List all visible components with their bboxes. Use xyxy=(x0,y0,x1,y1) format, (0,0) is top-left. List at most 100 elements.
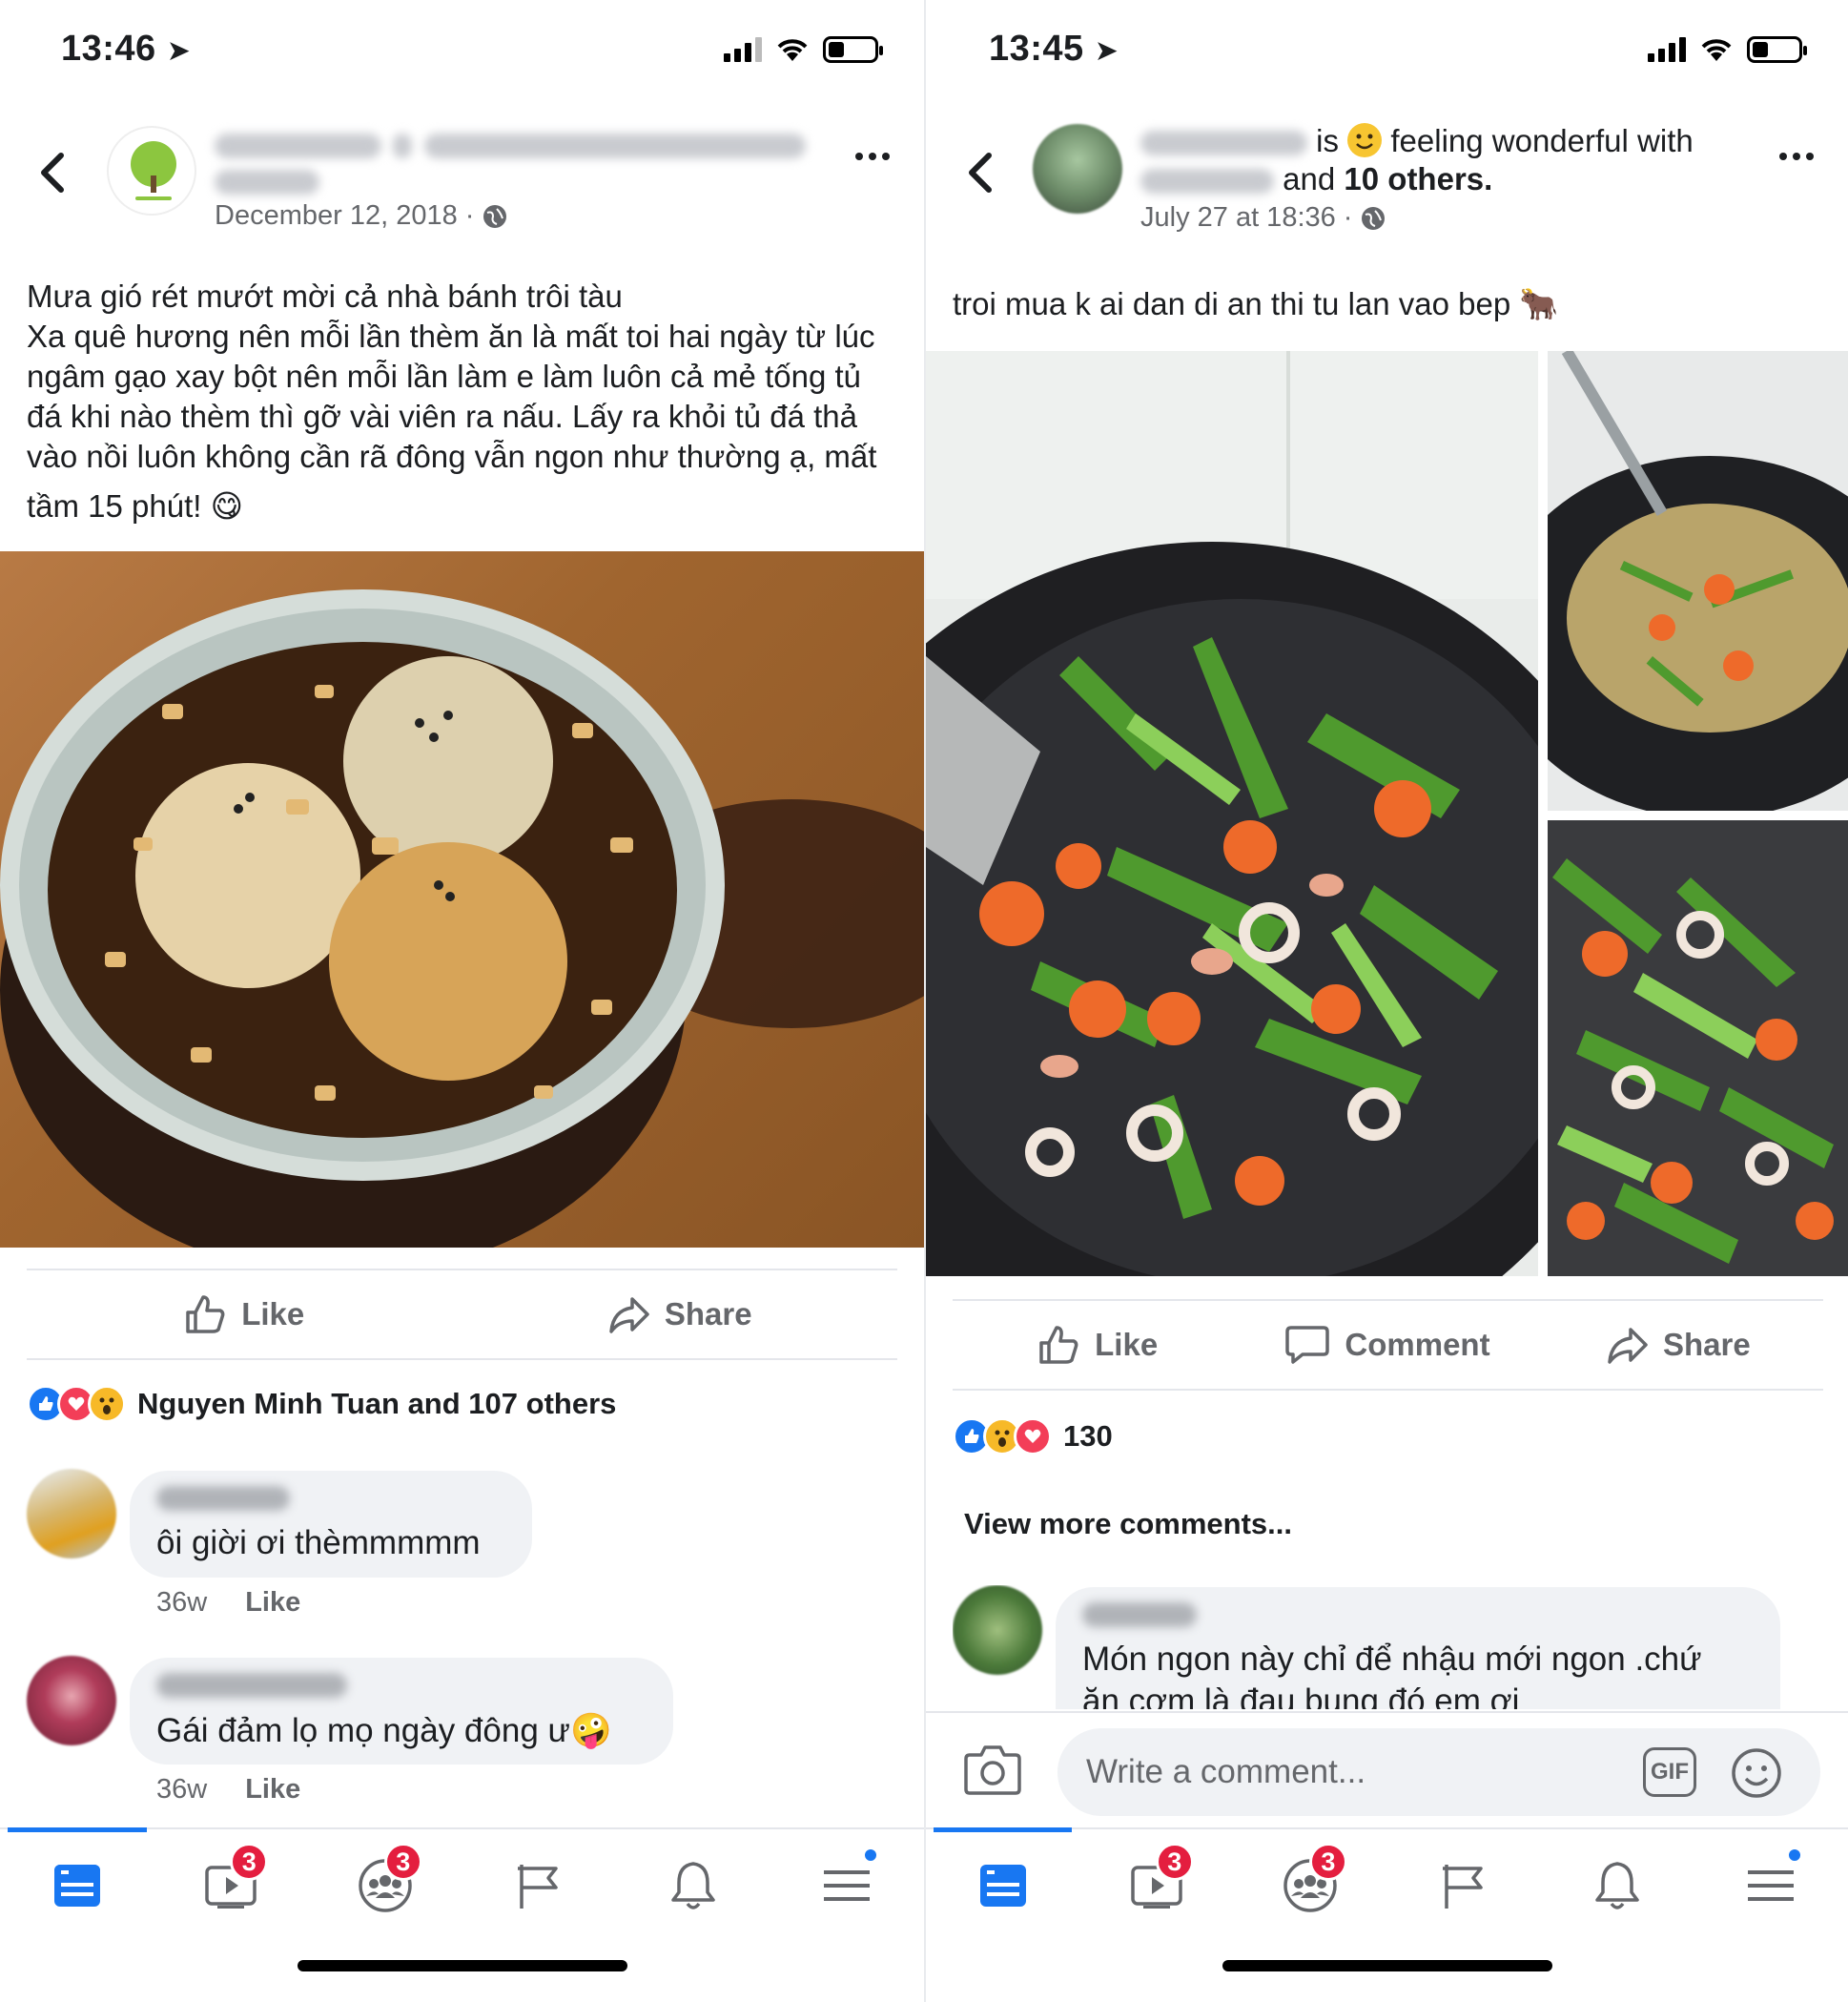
more-icon[interactable] xyxy=(855,153,890,160)
news-feed-icon xyxy=(979,1865,1026,1907)
reactions-summary[interactable]: Nguyen Minh Tuan and 107 others xyxy=(27,1385,616,1423)
comment-icon xyxy=(1285,1326,1330,1364)
avatar[interactable] xyxy=(953,1585,1042,1675)
post-action-bar: Like Comment Share xyxy=(953,1299,1823,1391)
avatar[interactable] xyxy=(27,1656,116,1745)
view-more-comments-link[interactable]: View more comments... xyxy=(964,1507,1292,1541)
comment-like-button[interactable]: Like xyxy=(245,1587,300,1619)
status-bar: 13:46 ➤ xyxy=(0,0,924,95)
like-button[interactable]: Like xyxy=(953,1324,1242,1366)
comment-bubble[interactable]: Gái đảm lọ mọ ngày đông ư🤪 xyxy=(130,1658,673,1765)
watch-badge: 3 xyxy=(230,1843,269,1881)
back-button[interactable] xyxy=(29,139,76,206)
back-button[interactable] xyxy=(956,139,1004,206)
location-arrow-icon: ➤ xyxy=(166,35,192,67)
home-indicator[interactable] xyxy=(297,1960,627,1971)
like-label: Like xyxy=(1095,1327,1159,1362)
tagged-name-blurred[interactable] xyxy=(1140,169,1274,195)
commenter-name-blurred[interactable] xyxy=(156,1486,290,1511)
tab-notifications[interactable] xyxy=(616,1829,770,1942)
comment-1: Món ngon này chỉ để nhậu mới ngon .chứ ă… xyxy=(953,1585,1823,1709)
comment-like-button[interactable]: Like xyxy=(245,1774,300,1806)
bottom-nav: 3 3 xyxy=(926,1827,1848,1942)
share-button[interactable]: Share xyxy=(1533,1326,1823,1364)
share-label: Share xyxy=(1662,1327,1751,1362)
pages-flag-icon xyxy=(1443,1865,1483,1909)
menu-icon xyxy=(824,1870,871,1901)
tab-groups[interactable]: 3 xyxy=(1233,1829,1386,1942)
comment-meta: 36w Like xyxy=(156,1774,300,1806)
status-time: 13:46 ➤ xyxy=(61,29,192,69)
commenter-name-blurred[interactable] xyxy=(156,1673,347,1698)
tab-news-feed[interactable] xyxy=(926,1827,1079,1942)
comment-time: 36w xyxy=(156,1587,208,1618)
comment-label: Comment xyxy=(1345,1327,1490,1362)
post-photo-top-right[interactable] xyxy=(1548,351,1848,811)
author-name-blurred[interactable] xyxy=(1140,131,1307,156)
tab-notifications[interactable] xyxy=(1541,1829,1694,1942)
comment-bubble[interactable]: ôi giời ơi thèmmmmm xyxy=(130,1471,532,1578)
post-date[interactable]: July 27 at 18:36 xyxy=(1140,202,1336,234)
page-avatar[interactable] xyxy=(107,126,196,216)
tab-menu[interactable] xyxy=(770,1829,925,1942)
comment-text: Gái đảm lọ mọ ngày đông ư🤪 xyxy=(156,1712,612,1749)
like-icon xyxy=(1039,1326,1078,1364)
reactions-summary-text: Nguyen Minh Tuan and 107 others xyxy=(137,1387,617,1420)
tab-watch[interactable]: 3 xyxy=(154,1829,309,1942)
menu-icon xyxy=(1748,1870,1795,1901)
news-feed-icon xyxy=(53,1865,100,1907)
tagged-others-link[interactable]: 10 others. xyxy=(1344,161,1492,196)
gif-button[interactable]: GIF xyxy=(1643,1747,1696,1797)
watch-badge: 3 xyxy=(1155,1843,1194,1881)
post-photo-dessert[interactable] xyxy=(0,551,924,1248)
comment-input[interactable]: Write a comment... GIF xyxy=(1057,1728,1820,1816)
avatar[interactable] xyxy=(27,1469,116,1558)
smile-emoji-icon xyxy=(1347,123,1383,157)
feeling-text: feeling wonderful with xyxy=(1390,123,1694,158)
post-text: Mưa gió rét mướt mời cả nhà bánh trôi tà… xyxy=(27,279,877,524)
tab-watch[interactable]: 3 xyxy=(1079,1829,1233,1942)
like-button[interactable]: Like xyxy=(27,1293,462,1335)
post-meta: July 27 at 18:36 · xyxy=(1140,202,1386,234)
tab-groups[interactable]: 3 xyxy=(308,1829,462,1942)
comment-2: Gái đảm lọ mọ ngày đông ư🤪 36w Like xyxy=(27,1656,897,1827)
post-date[interactable]: December 12, 2018 xyxy=(215,200,458,232)
camera-icon[interactable] xyxy=(964,1744,1021,1795)
status-icons xyxy=(1648,36,1807,63)
bell-icon xyxy=(1595,1862,1640,1909)
share-button[interactable]: Share xyxy=(462,1295,898,1333)
groups-badge: 3 xyxy=(383,1843,422,1881)
post-action-bar: Like Share xyxy=(27,1269,897,1360)
home-indicator[interactable] xyxy=(1222,1960,1552,1971)
commenter-name-blurred[interactable] xyxy=(1082,1602,1197,1627)
more-icon[interactable] xyxy=(1779,153,1814,160)
battery-icon xyxy=(1747,36,1807,63)
tab-menu[interactable] xyxy=(1694,1829,1848,1942)
page-name-blurred[interactable] xyxy=(215,134,381,158)
left-phone-screen: 13:46 ➤ December 12, 2018 · Mưa gió rét … xyxy=(0,0,924,2002)
status-bar: 13:45 ➤ xyxy=(926,0,1848,95)
author-avatar[interactable] xyxy=(1033,124,1122,214)
tab-pages[interactable] xyxy=(462,1829,617,1942)
signal-icon xyxy=(1648,37,1686,62)
reactions-summary[interactable]: 130 xyxy=(953,1417,1113,1455)
post-meta: December 12, 2018 · xyxy=(215,200,508,232)
comment-meta: 36w Like xyxy=(156,1587,300,1619)
post-header: is feeling wonderful with and 10 others.… xyxy=(926,105,1848,248)
back-chevron-icon xyxy=(969,153,992,193)
and-text: and xyxy=(1283,161,1336,196)
post-photo-main[interactable] xyxy=(926,351,1538,1276)
location-arrow-icon: ➤ xyxy=(1094,35,1119,67)
share-label: Share xyxy=(664,1296,752,1331)
tab-pages[interactable] xyxy=(1387,1829,1541,1942)
comment-bubble[interactable]: Món ngon này chỉ để nhậu mới ngon .chứ ă… xyxy=(1056,1587,1780,1709)
comment-input-placeholder: Write a comment... xyxy=(1086,1753,1366,1790)
emoji-icon[interactable] xyxy=(1731,1747,1782,1799)
post-photo-bottom-right[interactable] xyxy=(1548,820,1848,1276)
comment-button[interactable]: Comment xyxy=(1242,1324,1532,1366)
post-header: December 12, 2018 · xyxy=(0,105,924,248)
like-icon xyxy=(186,1295,225,1333)
post-text: troi mua k ai dan di an thi tu lan vao b… xyxy=(953,286,1559,321)
tab-news-feed[interactable] xyxy=(0,1827,154,1942)
wow-reaction-icon xyxy=(88,1385,126,1423)
